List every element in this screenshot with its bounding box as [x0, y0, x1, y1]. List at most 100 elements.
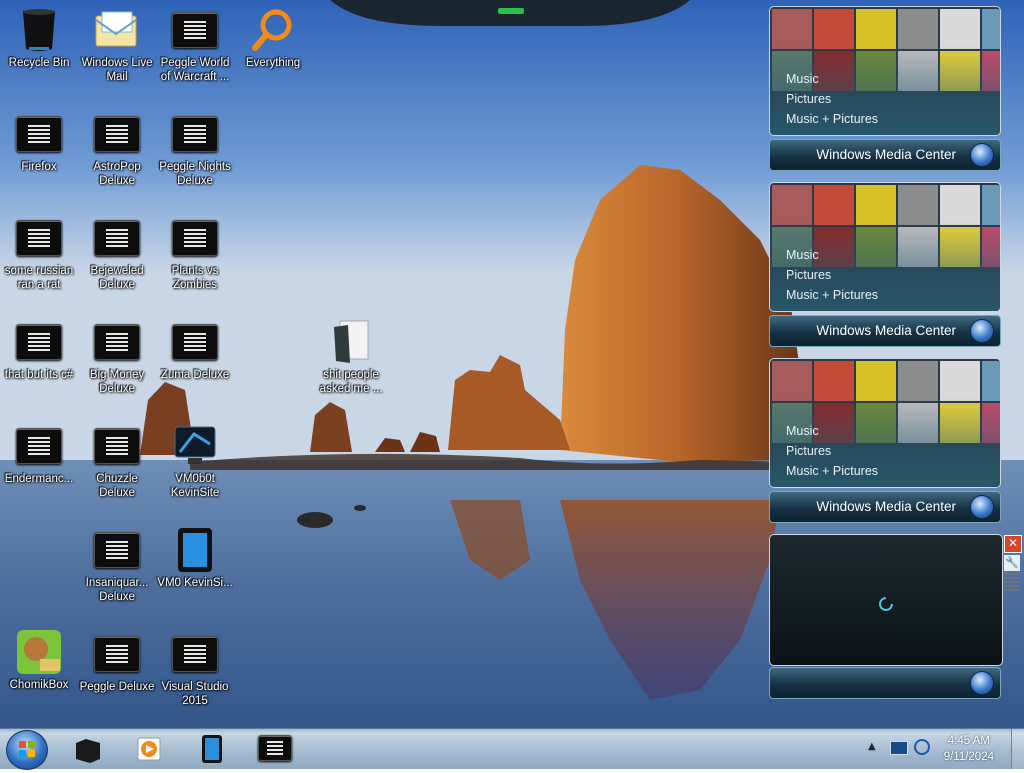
media-menu: Music Pictures Music + Pictures	[786, 69, 878, 129]
icon-label: that but its c#	[4, 369, 74, 381]
menu-item-music[interactable]: Music	[786, 421, 878, 441]
media-player-icon	[137, 737, 161, 761]
menu-item-pictures[interactable]: Pictures	[786, 441, 878, 461]
menu-item-pictures[interactable]: Pictures	[786, 89, 878, 109]
desktop-icon-that-but-its-csharp[interactable]: that but its c#	[0, 318, 78, 382]
icon-label: Plants vs Zombies	[171, 265, 219, 291]
desktop-icon-plants-vs-zombies[interactable]: Plants vs Zombies	[156, 214, 234, 292]
menu-item-music-pictures[interactable]: Music + Pictures	[786, 461, 878, 481]
taskbar-item-media-player[interactable]	[134, 735, 166, 763]
tablet-icon	[202, 735, 222, 763]
desktop-icon-recycle-bin[interactable]: Recycle Bin	[0, 6, 78, 70]
network-icon[interactable]	[890, 741, 908, 755]
terminal-icon	[94, 428, 140, 464]
terminal-icon	[172, 324, 218, 360]
loading-gadget[interactable]	[769, 534, 1003, 666]
brand-label: Windows	[816, 147, 872, 162]
wrench-icon[interactable]: 🔧	[1004, 555, 1020, 571]
search-icon	[252, 9, 292, 51]
desktop-icon-insaniquarium[interactable]: Insaniquar... Deluxe	[78, 526, 156, 604]
desktop-icon-chomikbox[interactable]: ChomikBox	[0, 628, 78, 692]
media-center-bar[interactable]	[769, 667, 1001, 699]
icon-label: Peggle Deluxe	[79, 681, 155, 693]
taskbar: ▲ 4:45 AM 9/11/2024	[0, 728, 1024, 770]
terminal-icon	[258, 735, 292, 761]
menu-item-music[interactable]: Music	[786, 69, 878, 89]
folder-icon	[334, 320, 369, 363]
terminal-icon	[94, 220, 140, 256]
media-center-bar[interactable]: Windows Media Center	[769, 315, 1001, 347]
terminal-icon	[172, 636, 218, 672]
clock[interactable]: 4:45 AM 9/11/2024	[944, 733, 994, 765]
icon-label: Insaniquar... Deluxe	[85, 577, 149, 603]
taskbar-item-explorer[interactable]	[72, 735, 104, 763]
brand-label-bold: Media Center	[874, 323, 956, 338]
terminal-icon	[16, 428, 62, 464]
terminal-icon	[16, 116, 62, 152]
folder-icon	[76, 739, 100, 763]
terminal-icon	[16, 324, 62, 360]
desktop-icon-astropop[interactable]: AstroPop Deluxe	[78, 110, 156, 188]
media-tiles[interactable]: Music Pictures Music + Pictures	[769, 358, 1001, 488]
recycle-bin-icon	[23, 9, 55, 51]
desktop-icon-everything[interactable]: Everything	[234, 6, 312, 70]
media-center-bar[interactable]: Windows Media Center	[769, 491, 1001, 523]
windows-logo-icon	[970, 671, 994, 695]
desktop-icon-peggle-wow[interactable]: Peggle World of Warcraft ...	[156, 6, 234, 84]
icon-label: AstroPop Deluxe	[93, 161, 141, 187]
media-center-bar[interactable]: Windows Media Center	[769, 139, 1001, 171]
icon-label: Peggle Nights Deluxe	[159, 161, 231, 187]
clock-date: 9/11/2024	[943, 751, 994, 763]
icon-label: ChomikBox	[9, 679, 69, 691]
icon-label: Bejeweled Deluxe	[90, 265, 144, 291]
terminal-icon	[172, 220, 218, 256]
desktop-icon-vm0[interactable]: VM0 KevinSi...	[156, 526, 234, 590]
top-notch	[330, 0, 690, 26]
windows-logo-icon	[970, 143, 994, 167]
desktop-icon-windows-live-mail[interactable]: Windows Live Mail	[78, 6, 156, 84]
drag-handle-icon[interactable]	[1004, 573, 1020, 591]
clock-time: 4:45 AM	[947, 735, 990, 747]
terminal-icon	[94, 324, 140, 360]
desktop-icon-peggle-deluxe[interactable]: Peggle Deluxe	[78, 630, 156, 694]
media-tiles[interactable]: Music Pictures Music + Pictures	[769, 6, 1001, 136]
taskbar-item-terminal[interactable]	[258, 735, 292, 763]
gadget-controls: ✕ 🔧	[1004, 535, 1022, 595]
show-desktop-button[interactable]	[1011, 729, 1024, 769]
chomikbox-icon	[17, 630, 61, 674]
desktop-icon-folder[interactable]: shit people asked me ...	[312, 318, 390, 396]
close-icon[interactable]: ✕	[1004, 535, 1022, 553]
brand-label: Windows	[816, 323, 872, 338]
desktop-icon-some-russian[interactable]: some russian ran a rat	[0, 214, 78, 292]
desktop-icon-bejeweled[interactable]: Bejeweled Deluxe	[78, 214, 156, 292]
loading-spinner-icon	[879, 597, 893, 611]
menu-item-music[interactable]: Music	[786, 245, 878, 265]
desktop-icon-vm0b0t[interactable]: VM0b0t KevinSite	[156, 422, 234, 500]
windows-logo-icon	[19, 741, 35, 757]
windows-logo-icon	[970, 495, 994, 519]
desktop-icon-visual-studio[interactable]: Visual Studio 2015	[156, 630, 234, 708]
ie-icon[interactable]	[914, 739, 930, 755]
terminal-icon	[94, 636, 140, 672]
start-button[interactable]	[6, 730, 48, 770]
icon-label: Big Money Deluxe	[89, 369, 145, 395]
brand-label-bold: Media Center	[874, 147, 956, 162]
desktop-icon-chuzzle[interactable]: Chuzzle Deluxe	[78, 422, 156, 500]
desktop-icon-zuma[interactable]: Zuma Deluxe	[156, 318, 234, 382]
menu-item-pictures[interactable]: Pictures	[786, 265, 878, 285]
tablet-icon	[178, 528, 212, 572]
desktop-icon-endermanc[interactable]: Endermanc...	[0, 422, 78, 486]
terminal-icon	[172, 12, 218, 48]
icon-label: Zuma Deluxe	[160, 369, 230, 381]
menu-item-music-pictures[interactable]: Music + Pictures	[786, 109, 878, 129]
icon-label: Visual Studio 2015	[161, 681, 229, 707]
terminal-icon	[94, 532, 140, 568]
media-tiles[interactable]: Music Pictures Music + Pictures	[769, 182, 1001, 312]
desktop-icon-big-money[interactable]: Big Money Deluxe	[78, 318, 156, 396]
menu-item-music-pictures[interactable]: Music + Pictures	[786, 285, 878, 305]
terminal-icon	[16, 220, 62, 256]
desktop-icon-firefox[interactable]: Firefox	[0, 110, 78, 174]
desktop-icon-peggle-nights[interactable]: Peggle Nights Deluxe	[156, 110, 234, 188]
taskbar-item-tablet[interactable]	[196, 733, 228, 765]
show-hidden-icons-icon[interactable]: ▲	[868, 741, 876, 752]
